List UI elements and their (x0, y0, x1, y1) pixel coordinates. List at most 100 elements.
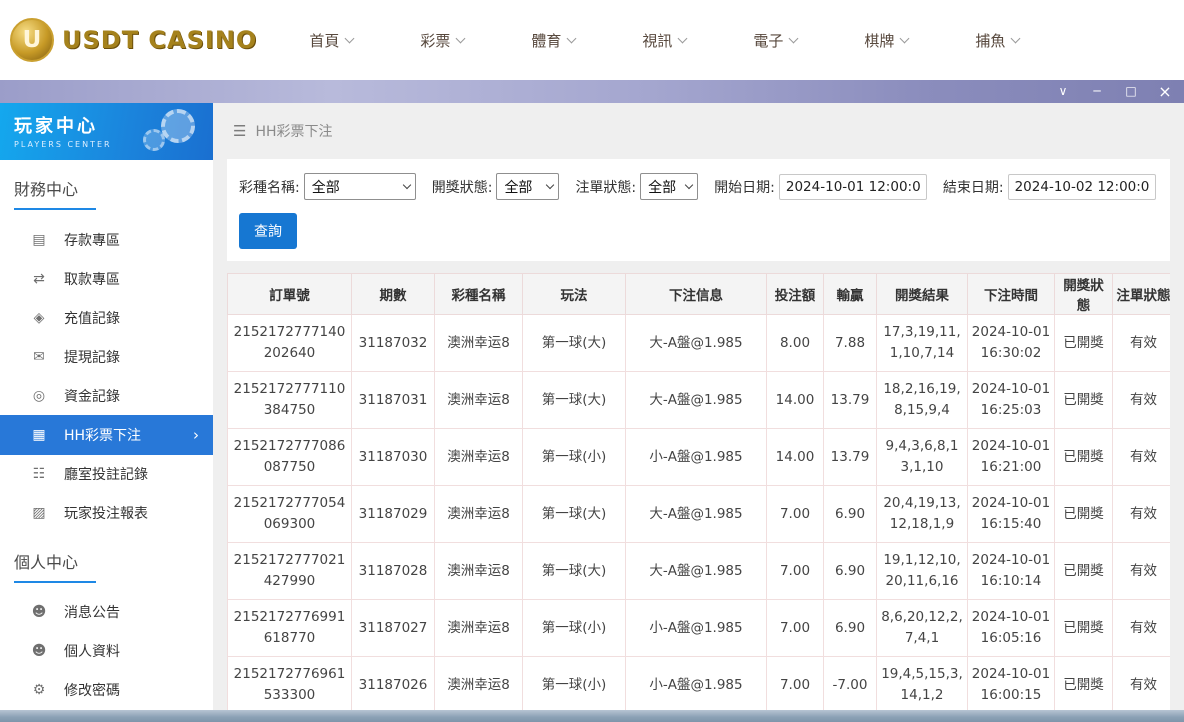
nav-item-electronic[interactable]: 電子 (753, 30, 797, 51)
lottery-filter-label: 彩種名稱: (239, 177, 300, 197)
table-cell: 2152172777110384750 (228, 372, 352, 429)
table-cell: 已開獎 (1055, 429, 1113, 486)
start-date-label: 開始日期: (714, 177, 775, 197)
lottery-bet-icon: ▦ (31, 427, 47, 443)
recharge-record-icon: ◈ (31, 310, 47, 326)
sidebar-item-deposit[interactable]: ▤ 存款專區 (0, 220, 213, 259)
withdraw-icon: ⇄ (31, 271, 47, 287)
nav-item-home[interactable]: 首頁 (309, 30, 353, 51)
sidebar-section-finance: 財務中心 (0, 160, 213, 210)
brand-logo[interactable]: U USDT CASINO (0, 18, 257, 62)
sidebar-item-profile[interactable]: ☻ 個人資料 (0, 632, 213, 671)
lottery-select[interactable]: 全部 (304, 173, 416, 200)
nav-item-video[interactable]: 視訊 (642, 30, 686, 51)
table-cell: 有效 (1113, 600, 1171, 657)
table-cell: 澳洲幸运8 (435, 657, 523, 711)
sidebar-item-room-bet-records[interactable]: ☷ 廳室投註記錄 (0, 455, 213, 494)
table-cell: 2152172777140202640 (228, 315, 352, 372)
sidebar-item-label: 修改密碼 (64, 680, 120, 700)
breadcrumb: ☰ HH彩票下注 (213, 103, 1184, 159)
table-cell: 19,4,5,15,3,14,1,2 (877, 657, 968, 711)
nav-item-fishing[interactable]: 捕魚 (975, 30, 1019, 51)
table-cell: 澳洲幸运8 (435, 315, 523, 372)
table-cell: 第一球(大) (523, 486, 626, 543)
sidebar-item-label: 玩家投注報表 (64, 503, 148, 523)
password-icon: ⚙ (31, 682, 47, 698)
chevron-down-icon (456, 33, 466, 43)
table-cell: 大-A盤@1.985 (626, 372, 767, 429)
table-row: 215217277711038475031187031澳洲幸运8第一球(大)大-… (228, 372, 1171, 429)
table-cell: 20,4,19,13,12,18,1,9 (877, 486, 968, 543)
chevron-down-icon (345, 33, 355, 43)
sidebar-item-hh-lottery-bets[interactable]: ▦ HH彩票下注 › (0, 415, 213, 454)
table-cell: 有效 (1113, 315, 1171, 372)
main-content: ☰ HH彩票下注 彩種名稱: 全部 開獎狀態: 全部 注單狀態: (213, 103, 1184, 710)
section-heading-label: 個人中心 (14, 549, 96, 583)
window-close-icon[interactable]: × (1158, 80, 1172, 103)
table-cell: 第一球(大) (523, 543, 626, 600)
announcement-icon: ☻ (31, 604, 47, 620)
col-header-draw-result: 開獎結果 (877, 274, 968, 315)
table-cell: 澳洲幸运8 (435, 543, 523, 600)
nav-label: 電子 (753, 30, 783, 51)
bet-status-filter-label: 注單狀態: (575, 177, 636, 197)
sidebar-item-withdrawal-records[interactable]: ✉ 提現記錄 (0, 337, 213, 376)
table-cell: 小-A盤@1.985 (626, 657, 767, 711)
table-row: 215217277699161877031187027澳洲幸运8第一球(小)小-… (228, 600, 1171, 657)
nav-label: 彩票 (420, 30, 450, 51)
coin-logo-icon: U (10, 18, 54, 62)
start-date-input[interactable] (779, 174, 927, 200)
nav-item-sports[interactable]: 體育 (531, 30, 575, 51)
table-row: 215217277708608775031187030澳洲幸运8第一球(小)小-… (228, 429, 1171, 486)
window-controls: ∨ ─ □ × (1056, 80, 1184, 103)
poker-chip-icon (161, 109, 195, 143)
nav-label: 棋牌 (864, 30, 894, 51)
draw-status-select[interactable]: 全部 (496, 173, 559, 200)
profile-icon: ☻ (31, 643, 47, 659)
bet-table-head: 訂單號 期數 彩種名稱 玩法 下注信息 投注額 輸贏 開獎結果 下注時間 開獎狀… (228, 274, 1171, 315)
nav-item-boardgames[interactable]: 棋牌 (864, 30, 908, 51)
table-cell: 2024-10-01 16:21:00 (968, 429, 1055, 486)
table-cell: 14.00 (767, 429, 824, 486)
table-cell: 6.90 (824, 600, 877, 657)
nav-label: 視訊 (642, 30, 672, 51)
table-cell: 第一球(小) (523, 429, 626, 486)
sidebar-item-player-bet-report[interactable]: ▨ 玩家投注報表 (0, 494, 213, 533)
window-maximize-icon[interactable]: □ (1124, 80, 1138, 103)
sidebar-item-change-password[interactable]: ⚙ 修改密碼 (0, 671, 213, 710)
table-cell: 已開獎 (1055, 486, 1113, 543)
table-row: 215217277702142799031187028澳洲幸运8第一球(大)大-… (228, 543, 1171, 600)
page-title: HH彩票下注 (255, 121, 332, 141)
bet-status-select[interactable]: 全部 (640, 173, 698, 200)
sidebar-item-fund-records[interactable]: ◎ 資金記錄 (0, 376, 213, 415)
table-row: 215217277705406930031187029澳洲幸运8第一球(大)大-… (228, 486, 1171, 543)
select-arrow-icon (685, 181, 693, 189)
table-cell: 31187029 (352, 486, 435, 543)
nav-item-lottery[interactable]: 彩票 (420, 30, 464, 51)
nav-label: 捕魚 (975, 30, 1005, 51)
chevron-down-icon (789, 33, 799, 43)
sidebar-item-announcements[interactable]: ☻ 消息公告 (0, 593, 213, 632)
table-cell: 9,4,3,6,8,13,1,10 (877, 429, 968, 486)
window-minimize-icon[interactable]: ─ (1090, 80, 1104, 103)
query-button[interactable]: 查詢 (239, 213, 297, 249)
table-cell: 2024-10-01 16:10:14 (968, 543, 1055, 600)
table-cell: 已開獎 (1055, 372, 1113, 429)
filter-row: 彩種名稱: 全部 開獎狀態: 全部 注單狀態: 全部 (239, 173, 1158, 200)
bet-report-icon: ▨ (31, 505, 47, 521)
sidebar-item-label: 個人資料 (64, 641, 120, 661)
nav-label: 體育 (531, 30, 561, 51)
table-cell: 2152172776991618770 (228, 600, 352, 657)
sidebar-item-withdraw[interactable]: ⇄ 取款專區 (0, 259, 213, 298)
table-cell: 2152172777054069300 (228, 486, 352, 543)
table-cell: 8.00 (767, 315, 824, 372)
nav-label: 首頁 (309, 30, 339, 51)
window-chevron-down-icon[interactable]: ∨ (1056, 80, 1070, 103)
col-header-bet-time: 下注時間 (968, 274, 1055, 315)
brand-name: USDT CASINO (62, 26, 257, 54)
sidebar-item-recharge-records[interactable]: ◈ 充值記錄 (0, 298, 213, 337)
table-header-row: 訂單號 期數 彩種名稱 玩法 下注信息 投注額 輸贏 開獎結果 下注時間 開獎狀… (228, 274, 1171, 315)
col-header-bet-amount: 投注額 (767, 274, 824, 315)
hamburger-menu-icon[interactable]: ☰ (233, 122, 246, 140)
end-date-input[interactable] (1008, 174, 1156, 200)
